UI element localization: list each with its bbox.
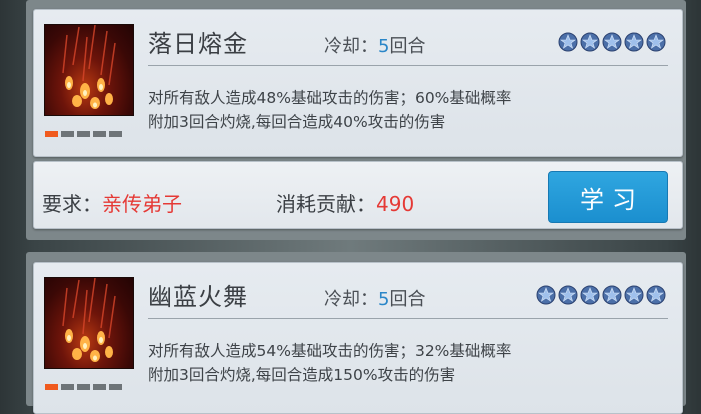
- star-gem-icon: [646, 32, 666, 52]
- star-gem-icon: [580, 285, 600, 305]
- skill-description: 对所有敌人造成54%基础攻击的伤害；32%基础概率 附加3回合灼烧,每回合造成1…: [148, 339, 673, 387]
- cost-value: 490: [376, 192, 415, 216]
- star-gem-icon: [624, 32, 644, 52]
- cooldown-label: 冷却：: [324, 36, 378, 57]
- skill-name: 落日熔金: [148, 30, 248, 58]
- learn-requirement-bar: 要求：亲传弟子 消耗贡献：490 学习: [33, 161, 683, 229]
- cooldown-value: 5: [378, 36, 390, 57]
- level-pip: [93, 131, 106, 137]
- level-pip: [109, 384, 122, 390]
- requirement-value: 亲传弟子: [102, 192, 182, 216]
- description-line-1: 对所有敌人造成48%基础攻击的伤害；60%基础概率: [148, 89, 512, 107]
- level-pip: [77, 131, 90, 137]
- requirement-label: 要求：: [42, 192, 102, 216]
- contribution-cost: 消耗贡献：490: [276, 188, 414, 217]
- skill-description: 对所有敌人造成48%基础攻击的伤害；60%基础概率 附加3回合灼烧,每回合造成4…: [148, 86, 673, 134]
- level-pip: [77, 384, 90, 390]
- skill-star-rating: [536, 285, 666, 305]
- skill-level-pips: [45, 384, 122, 390]
- skill-cooldown: 冷却：5回合: [324, 285, 425, 311]
- level-pip: [93, 384, 106, 390]
- description-line-1: 对所有敌人造成54%基础攻击的伤害；32%基础概率: [148, 342, 512, 360]
- skill-icon-fire-rain: [44, 24, 134, 116]
- star-gem-icon: [602, 32, 622, 52]
- requirement: 要求：亲传弟子: [42, 188, 182, 217]
- cooldown-label: 冷却：: [324, 289, 378, 310]
- cost-label: 消耗贡献：: [276, 192, 376, 216]
- level-pip: [45, 131, 58, 137]
- skill-name: 幽蓝火舞: [148, 283, 248, 311]
- learn-button[interactable]: 学习: [548, 171, 668, 223]
- cooldown-unit: 回合: [389, 36, 426, 57]
- star-gem-icon: [536, 285, 556, 305]
- cooldown-unit: 回合: [389, 289, 426, 310]
- level-pip: [61, 131, 74, 137]
- fire-rain-icon: [62, 25, 116, 109]
- star-gem-icon: [646, 285, 666, 305]
- skill-star-rating: [558, 32, 666, 52]
- fire-rain-icon: [62, 278, 116, 362]
- description-line-2: 附加3回合灼烧,每回合造成40%攻击的伤害: [148, 113, 446, 131]
- level-pip: [109, 131, 122, 137]
- skill-cooldown: 冷却：5回合: [324, 32, 425, 58]
- skill-level-pips: [45, 131, 122, 137]
- skill-card-2[interactable]: 幽蓝火舞 冷却：5回合 对所有敌人造成54%基础攻击的伤害；32%基础概率 附加…: [33, 262, 683, 414]
- level-pip: [61, 384, 74, 390]
- star-gem-icon: [580, 32, 600, 52]
- star-gem-icon: [558, 285, 578, 305]
- skill-card-1[interactable]: 落日熔金 冷却：5回合 对所有敌人造成48%基础攻击的伤害；60%基础概率 附加…: [33, 9, 683, 157]
- title-divider: [148, 65, 668, 66]
- description-line-2: 附加3回合灼烧,每回合造成150%攻击的伤害: [148, 366, 456, 384]
- star-gem-icon: [624, 285, 644, 305]
- level-pip: [45, 384, 58, 390]
- skill-icon-fire-rain: [44, 277, 134, 369]
- star-gem-icon: [602, 285, 622, 305]
- title-divider: [148, 318, 668, 319]
- cooldown-value: 5: [378, 289, 390, 310]
- star-gem-icon: [558, 32, 578, 52]
